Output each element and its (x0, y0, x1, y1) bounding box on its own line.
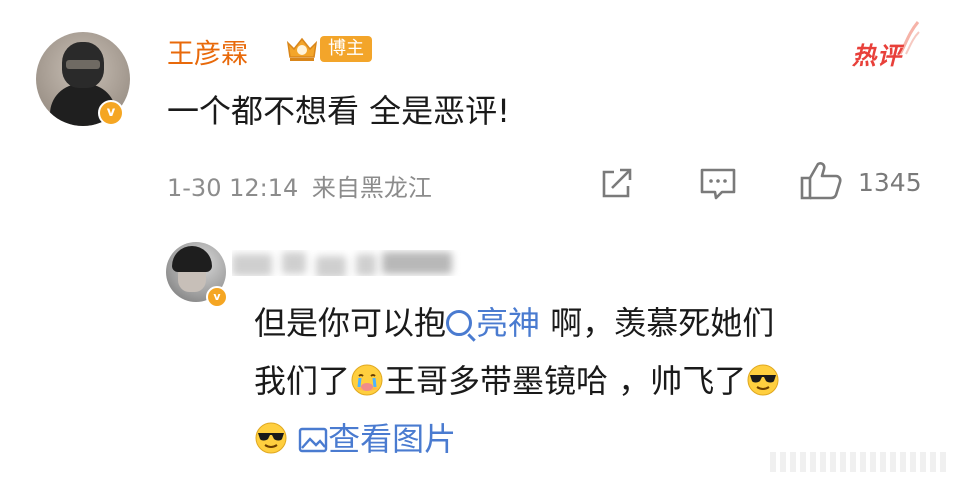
comment-location: 来自黑龙江 (311, 174, 432, 202)
reply-text-segment: 但是你可以抱 (254, 304, 447, 342)
crown-badge-icon (286, 37, 318, 61)
search-icon (446, 310, 473, 336)
comment-icon[interactable] (698, 166, 738, 202)
like-icon[interactable] (798, 160, 844, 202)
reply-text-line-3: 查看图片 (254, 414, 456, 460)
topic-link-label: 亮神 (476, 304, 541, 342)
image-icon (298, 427, 328, 453)
like-count: 1345 (858, 168, 922, 197)
comment-text: 一个都不想看 全是恶评! (167, 92, 511, 130)
blogger-badge: 博主 (320, 36, 372, 62)
comment-timestamp: 1-30 12:14 (167, 174, 299, 202)
sunglasses-emoji (255, 422, 287, 454)
verified-icon: v (206, 286, 228, 308)
view-image-link[interactable]: 查看图片 (298, 420, 456, 458)
reply-text-line-1: 但是你可以抱 亮神 啊，羡慕死她们 (254, 298, 774, 344)
reply-text-line-2: 我们了 王哥多带墨镜哈 ，帅飞了 (254, 356, 780, 402)
verified-icon: v (98, 100, 124, 126)
avatar-hair (172, 246, 212, 272)
avatar-glasses (66, 60, 100, 69)
sunglasses-emoji (747, 364, 779, 396)
reply-text-segment: 我们了 (254, 362, 351, 400)
reply-text-segment: 王哥多带墨镜哈 ，帅飞了 (384, 362, 747, 400)
watermark-strip (770, 452, 946, 472)
reply-text-segment: 啊，羡慕死她们 (540, 304, 775, 342)
share-icon[interactable] (598, 166, 636, 202)
view-image-label: 查看图片 (328, 420, 457, 458)
topic-link[interactable]: 亮神 (446, 304, 540, 342)
comment-meta: 1-30 12:14 来自黑龙江 (167, 168, 432, 203)
replier-username-blurred[interactable] (232, 250, 470, 276)
crying-emoji (351, 364, 383, 396)
hot-comment-label: 热评 (852, 42, 902, 70)
commenter-username[interactable]: 王彦霖 (167, 32, 248, 71)
